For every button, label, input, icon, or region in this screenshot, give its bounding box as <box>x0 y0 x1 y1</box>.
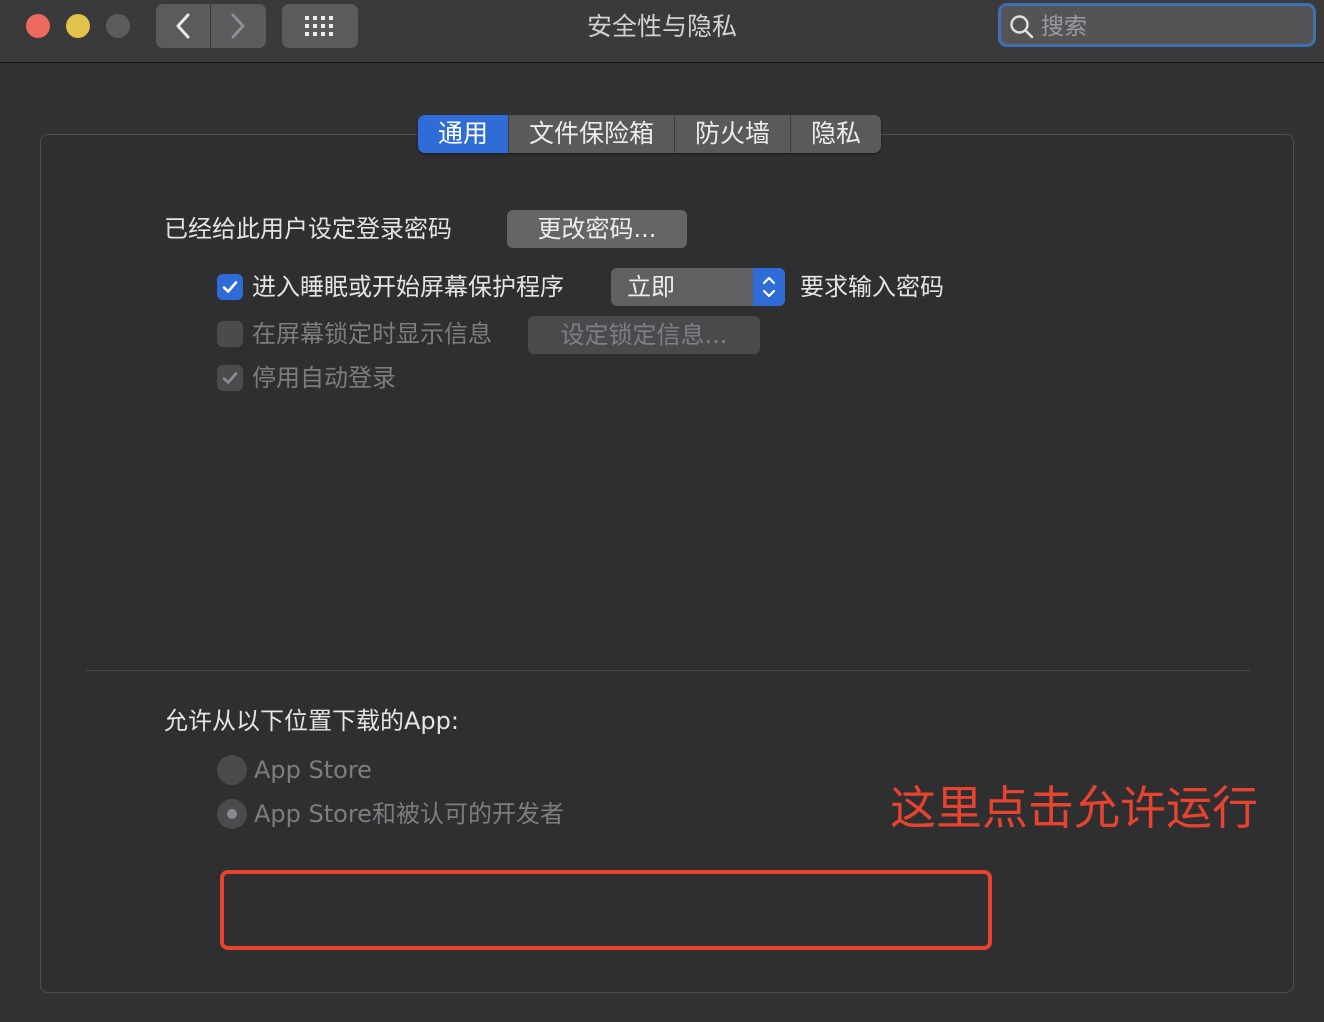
grid-icon <box>305 16 333 36</box>
navigation-group <box>156 4 266 48</box>
radio-selected-dot <box>227 809 237 819</box>
tab-firewall[interactable]: 防火墙 <box>674 115 790 153</box>
password-status-label: 已经给此用户设定登录密码 <box>164 215 452 243</box>
show-lock-message-checkbox <box>217 321 243 347</box>
require-password-checkbox[interactable] <box>217 274 243 300</box>
password-delay-value: 立即 <box>627 273 675 301</box>
radio-app-store <box>217 755 247 785</box>
radio-app-store-label: App Store <box>254 756 372 784</box>
checkmark-icon <box>222 281 238 293</box>
search-icon <box>1010 15 1034 39</box>
annotation-highlight-box <box>220 870 992 950</box>
set-lock-message-button: 设定锁定信息... <box>528 316 760 354</box>
close-window-button[interactable] <box>26 14 50 38</box>
chevron-up-down-icon <box>762 276 776 298</box>
password-delay-popup[interactable]: 立即 <box>611 268 785 306</box>
content-panel <box>40 134 1294 993</box>
tab-bar: 通用 文件保险箱 防火墙 隐私 <box>418 115 882 153</box>
forward-button[interactable] <box>211 4 265 48</box>
title-bar: 安全性与隐私 <box>0 0 1324 63</box>
show-lock-message-label: 在屏幕锁定时显示信息 <box>252 320 492 348</box>
back-button[interactable] <box>156 4 211 48</box>
minimize-window-button[interactable] <box>66 14 90 38</box>
annotation-text: 这里点击允许运行 <box>890 781 1258 835</box>
radio-app-store-identified-developers <box>217 799 247 829</box>
search-input[interactable] <box>1039 8 1313 46</box>
change-password-button[interactable]: 更改密码... <box>507 210 687 248</box>
show-all-button[interactable] <box>282 4 358 48</box>
search-field[interactable] <box>998 3 1316 47</box>
chevron-left-icon <box>176 13 190 39</box>
checkmark-icon <box>222 372 238 384</box>
require-password-suffix: 要求输入密码 <box>800 273 944 301</box>
tab-filevault[interactable]: 文件保险箱 <box>508 115 674 153</box>
disable-auto-login-label: 停用自动登录 <box>252 364 396 392</box>
popup-arrows <box>753 268 785 306</box>
disable-auto-login-checkbox <box>217 365 243 391</box>
tab-general[interactable]: 通用 <box>418 115 509 153</box>
zoom-window-button <box>106 14 130 38</box>
tab-privacy[interactable]: 隐私 <box>790 115 881 153</box>
require-password-label: 进入睡眠或开始屏幕保护程序 <box>252 273 564 301</box>
divider <box>86 670 1250 671</box>
chevron-right-icon <box>231 13 245 39</box>
radio-app-store-identified-label: App Store和被认可的开发者 <box>254 800 564 828</box>
allow-downloads-heading: 允许从以下位置下载的App: <box>164 707 459 735</box>
